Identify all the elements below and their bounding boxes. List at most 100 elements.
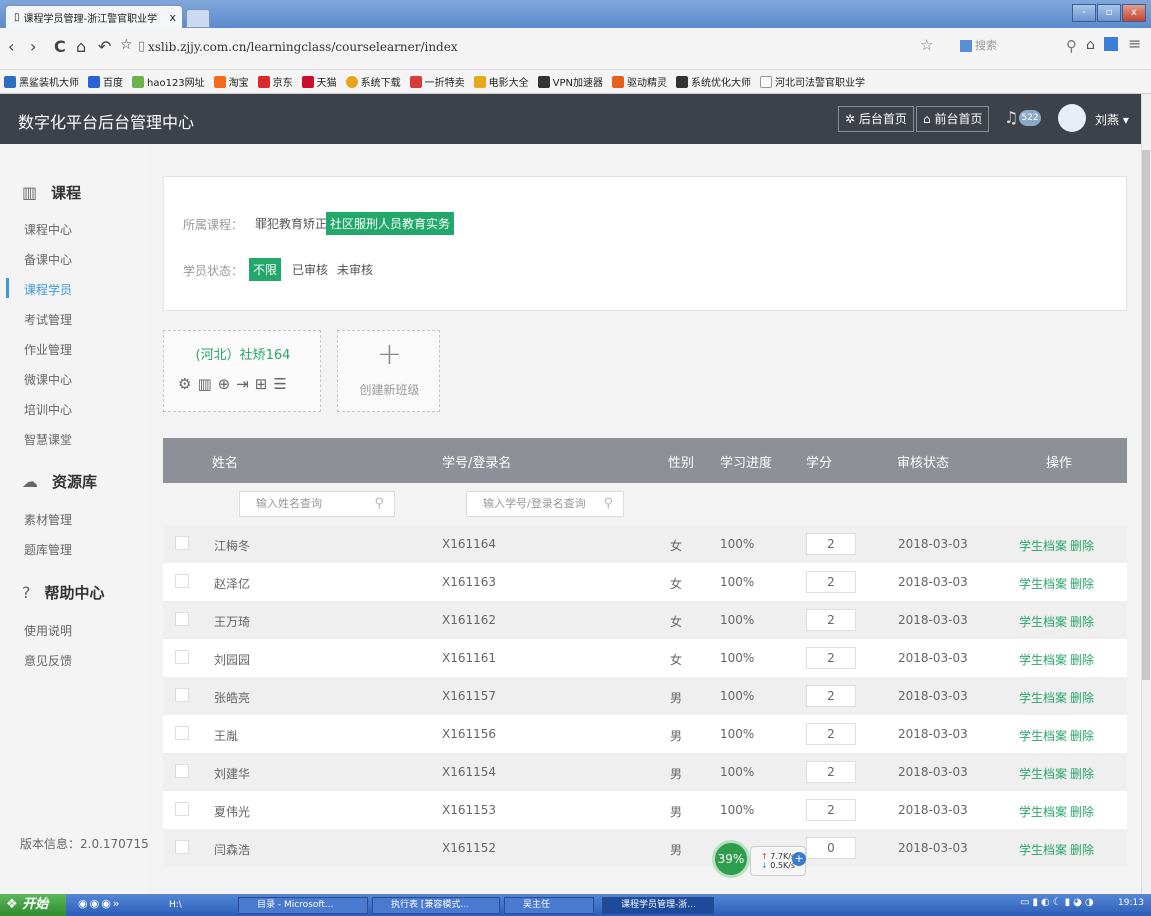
status-option[interactable]: 已审核: [288, 258, 332, 281]
bookmark-item[interactable]: 驱动精灵: [612, 74, 667, 89]
credit-input[interactable]: 2: [806, 685, 856, 707]
sidebar-group-help[interactable]: ? 帮助中心: [22, 582, 105, 603]
maximize-button[interactable]: ▫: [1097, 4, 1121, 22]
sidebar-item-course-center[interactable]: 课程中心: [24, 221, 72, 238]
row-checkbox[interactable]: [175, 840, 189, 854]
bookmark-item[interactable]: 百度: [88, 74, 123, 89]
status-option-selected[interactable]: 不限: [249, 258, 282, 281]
delete-link[interactable]: 删除: [1070, 537, 1094, 554]
import-icon[interactable]: ⇥: [236, 375, 255, 393]
delete-link[interactable]: 删除: [1070, 575, 1094, 592]
split-icon[interactable]: ⊞: [255, 375, 274, 393]
quick-launch-icons[interactable]: ◉◉◉»: [78, 897, 122, 910]
home-icon[interactable]: ⌂: [76, 37, 86, 56]
bookmark-item[interactable]: 系统优化大师: [676, 74, 751, 89]
name-search-input[interactable]: 输入姓名查询 ⚲: [239, 491, 395, 517]
delete-link[interactable]: 删除: [1070, 727, 1094, 744]
sidebar-item-micro-course[interactable]: 微课中心: [24, 371, 72, 388]
taskbar-item-active[interactable]: 课程学员管理-浙...: [602, 897, 714, 914]
bookmark-item[interactable]: 黑鲨装机大师: [4, 74, 79, 89]
sidebar-group-resources[interactable]: ☁ 资源库: [22, 471, 97, 492]
system-tray-icons[interactable]: ▭▮◐☾▮◕◑: [1020, 897, 1097, 908]
minimize-button[interactable]: -: [1072, 4, 1096, 22]
forward-icon[interactable]: ›: [30, 37, 36, 56]
taskbar-item[interactable]: 目录 - Microsoft...: [238, 897, 368, 914]
taskbar-item[interactable]: 吴主任: [504, 897, 594, 914]
url-field[interactable]: xslib.zjjy.com.cn/learningclass/coursele…: [148, 37, 458, 57]
sidebar-item-question-bank[interactable]: 题库管理: [24, 541, 72, 558]
student-profile-link[interactable]: 学生档案: [1019, 613, 1067, 630]
gear-icon[interactable]: ⚙: [178, 375, 197, 393]
sidebar-item-exams[interactable]: 考试管理: [24, 311, 72, 328]
row-checkbox[interactable]: [175, 574, 189, 588]
student-profile-link[interactable]: 学生档案: [1019, 765, 1067, 782]
reload-icon[interactable]: C: [54, 37, 66, 56]
student-profile-link[interactable]: 学生档案: [1019, 803, 1067, 820]
row-checkbox[interactable]: [175, 764, 189, 778]
student-profile-link[interactable]: 学生档案: [1019, 727, 1067, 744]
add-icon[interactable]: +: [792, 852, 806, 866]
student-profile-link[interactable]: 学生档案: [1019, 537, 1067, 554]
row-checkbox[interactable]: [175, 802, 189, 816]
bookmark-item[interactable]: 天猫: [301, 74, 337, 89]
menu-icon[interactable]: ≡: [1128, 34, 1141, 53]
user-menu[interactable]: 刘燕 ▾: [1095, 111, 1129, 128]
student-profile-link[interactable]: 学生档案: [1019, 651, 1067, 668]
tab-close-icon[interactable]: x: [169, 11, 176, 24]
extension-icon[interactable]: ⌂: [1086, 37, 1095, 53]
bookmark-item[interactable]: 淘宝: [213, 74, 249, 89]
network-speed-gauge[interactable]: 39%: [712, 840, 750, 878]
create-class-card[interactable]: + 创建新班级: [337, 330, 440, 412]
bookmark-item[interactable]: VPN加速器: [537, 74, 603, 89]
taskbar-item[interactable]: H:\: [150, 897, 235, 914]
delete-link[interactable]: 删除: [1070, 613, 1094, 630]
back-icon[interactable]: ‹: [8, 37, 14, 56]
taskbar-item[interactable]: 执行表 [兼容模式...: [372, 897, 500, 914]
student-profile-link[interactable]: 学生档案: [1019, 689, 1067, 706]
undo-icon[interactable]: ↶: [98, 37, 111, 56]
list-icon[interactable]: ☰: [273, 375, 292, 393]
new-tab-button[interactable]: [186, 9, 210, 28]
bookmark-item[interactable]: 京东: [257, 74, 293, 89]
sidebar-group-course[interactable]: ▥ 课程: [22, 182, 81, 203]
app-icon[interactable]: [1104, 37, 1118, 51]
class-card[interactable]: (河北）社矫164 ⚙▥⊕⇥⊞☰: [163, 330, 321, 412]
credit-input[interactable]: 2: [806, 647, 856, 669]
delete-link[interactable]: 删除: [1070, 765, 1094, 782]
credit-input[interactable]: 2: [806, 571, 856, 593]
class-name[interactable]: (河北）社矫164: [164, 344, 322, 363]
credit-input[interactable]: 2: [806, 609, 856, 631]
close-window-button[interactable]: x: [1122, 4, 1146, 22]
browser-tab[interactable]: ▯ 课程学员管理-浙江警官职业学 x: [5, 5, 183, 28]
sidebar-item-course-learners[interactable]: 课程学员: [24, 281, 72, 298]
add-circle-icon[interactable]: ⊕: [218, 375, 237, 393]
sidebar-item-feedback[interactable]: 意见反馈: [24, 652, 72, 669]
start-button[interactable]: ❖ 开始: [0, 894, 66, 916]
delete-link[interactable]: 删除: [1070, 651, 1094, 668]
bookmark-item[interactable]: 电影大全: [473, 74, 529, 89]
bookmark-item[interactable]: hao123网址: [132, 74, 205, 89]
delete-link[interactable]: 删除: [1070, 803, 1094, 820]
course-option[interactable]: 罪犯教育矫正: [251, 212, 331, 235]
row-checkbox[interactable]: [175, 536, 189, 550]
sidebar-item-materials[interactable]: 素材管理: [24, 511, 72, 528]
front-home-button[interactable]: ⌂ 前台首页: [916, 106, 990, 132]
row-checkbox[interactable]: [175, 688, 189, 702]
sidebar-item-manual[interactable]: 使用说明: [24, 622, 72, 639]
credit-input[interactable]: 0: [806, 837, 856, 859]
credit-input[interactable]: 2: [806, 723, 856, 745]
delete-link[interactable]: 删除: [1070, 689, 1094, 706]
row-checkbox[interactable]: [175, 726, 189, 740]
bookmark-star-icon[interactable]: ☆: [920, 36, 933, 54]
student-profile-link[interactable]: 学生档案: [1019, 575, 1067, 592]
admin-home-button[interactable]: ✲ 后台首页: [838, 106, 914, 132]
bookmark-item[interactable]: 河北司法警官职业学: [760, 74, 865, 89]
status-option[interactable]: 未审核: [333, 258, 377, 281]
bookmark-item[interactable]: 一折特卖: [409, 74, 465, 89]
bell-icon[interactable]: ♫: [1004, 108, 1018, 127]
search-icon[interactable]: ⚲: [1066, 37, 1077, 55]
row-checkbox[interactable]: [175, 612, 189, 626]
bookmark-item[interactable]: 系统下载: [345, 74, 401, 89]
course-option-selected[interactable]: 社区服刑人员教育实务: [326, 212, 455, 235]
row-checkbox[interactable]: [175, 650, 189, 664]
